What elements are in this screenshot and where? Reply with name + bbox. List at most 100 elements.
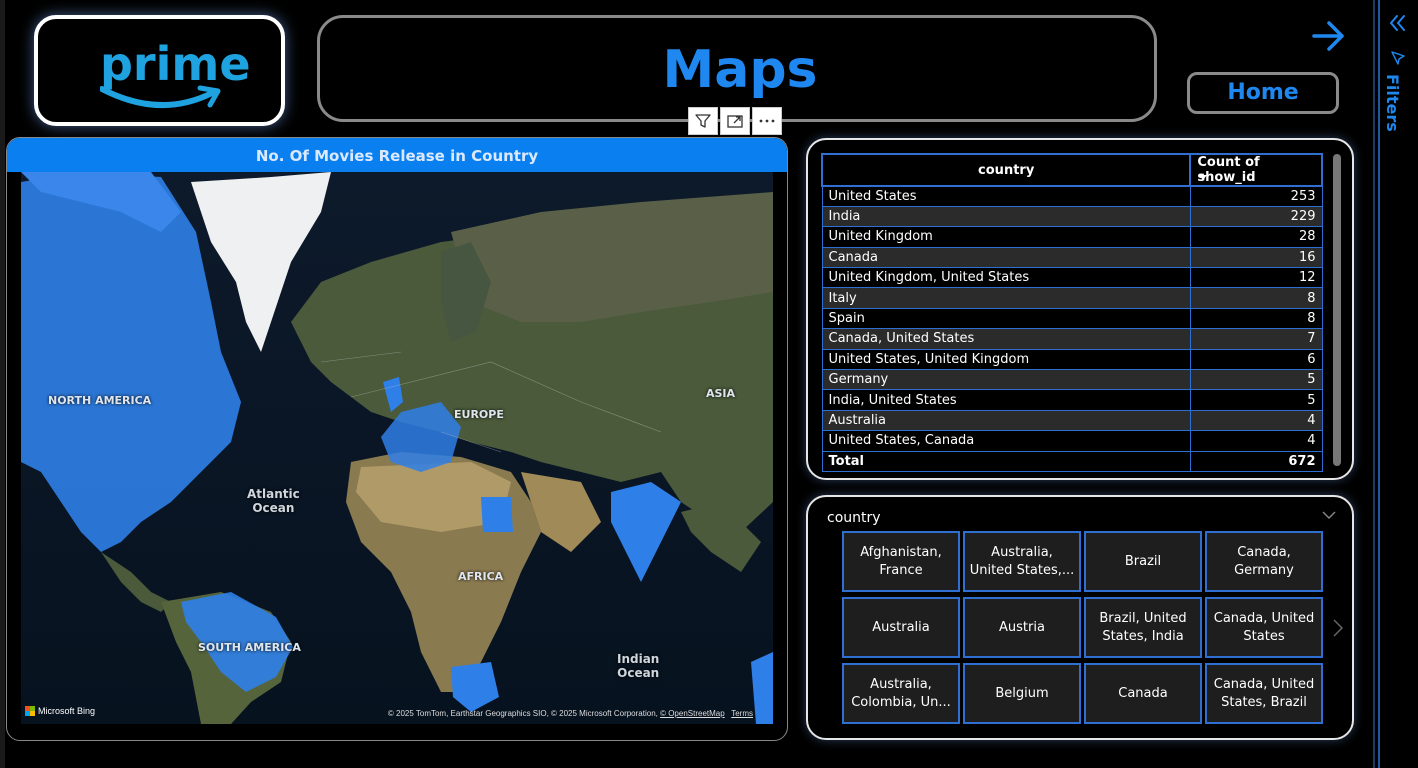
map-label-africa: AFRICA <box>458 570 504 583</box>
table-row[interactable]: India 229 <box>821 205 1323 228</box>
world-map-canvas <box>21 172 773 724</box>
egypt-highlight <box>481 497 513 532</box>
map-header-bar: No. Of Movies Release in Country <box>7 138 787 172</box>
home-button[interactable]: Home <box>1187 72 1339 114</box>
slicer-tile[interactable]: Brazil <box>1084 531 1202 592</box>
slicer-tile[interactable]: Canada <box>1084 663 1202 724</box>
world-map[interactable]: NORTH AMERICA EUROPE ASIA AFRICA SOUTH A… <box>21 172 773 724</box>
table-row[interactable]: Canada 16 <box>821 246 1323 269</box>
cell-count: 5 <box>1189 369 1323 391</box>
filter-funnel-icon <box>1391 51 1405 65</box>
microsoft-bing-logo: Microsoft Bing <box>25 706 95 716</box>
table-row[interactable]: Germany 5 <box>821 369 1323 391</box>
table-row[interactable]: Canada, United States 7 <box>821 328 1323 350</box>
slicer-tile[interactable]: Australia, Colombia, Un... <box>842 663 960 724</box>
ocean-label-atlantic: Atlantic Ocean <box>247 487 300 515</box>
total-value: 672 <box>1189 450 1323 472</box>
terms-link[interactable]: Terms <box>731 709 753 718</box>
filter-icon[interactable] <box>688 107 718 135</box>
cell-country: United States, United Kingdom <box>821 348 1191 371</box>
map-attribution: © 2025 TomTom, Earthstar Geographics SIO… <box>388 709 753 718</box>
country-count-table-card: country Count of show_id United States 25… <box>806 138 1354 480</box>
copyright-text: © 2025 TomTom, Earthstar Geographics SIO… <box>387 709 658 718</box>
table-scroll-thumb[interactable] <box>1333 154 1341 466</box>
slicer-tile[interactable]: Australia, United States,... <box>963 531 1081 592</box>
table-row[interactable]: United States, United Kingdom 6 <box>821 348 1323 371</box>
next-page-arrow-icon[interactable] <box>1308 16 1348 56</box>
ocean-label-indian-line1: Indian <box>617 652 660 666</box>
cell-count: 12 <box>1189 267 1323 289</box>
prime-logo-text: prime <box>100 37 251 91</box>
prime-logo-card: prime <box>34 15 285 126</box>
cell-count: 7 <box>1189 328 1323 350</box>
slicer-tile[interactable]: Brazil, United States, India <box>1084 597 1202 658</box>
cell-country: United Kingdom, United States <box>821 267 1191 289</box>
chevron-right-icon[interactable] <box>1331 617 1345 639</box>
microsoft-logo-icon <box>25 706 35 716</box>
cell-count: 229 <box>1189 205 1323 228</box>
total-label: Total <box>821 450 1191 472</box>
country-count-table: country Count of show_id United States 25… <box>820 153 1323 472</box>
page-title: Maps <box>662 40 818 100</box>
cell-count: 4 <box>1189 430 1323 452</box>
column-header-count-label: Count of show_id <box>1197 155 1260 185</box>
cell-count: 4 <box>1189 409 1323 432</box>
slicer-tile[interactable]: Australia <box>842 597 960 658</box>
report-canvas: prime Maps Home No. Of Movies Release in… <box>0 0 1418 768</box>
map-label-north-america: NORTH AMERICA <box>48 394 152 407</box>
table-header-row: country Count of show_id <box>820 153 1323 187</box>
openstreetmap-link[interactable]: © OpenStreetMap <box>660 709 725 718</box>
slicer-tile[interactable]: Afghanistan, France <box>842 531 960 592</box>
slicer-tile-grid: Afghanistan, France Australia, United St… <box>842 531 1323 724</box>
cell-country: United States <box>821 185 1191 207</box>
table-scrollbar[interactable] <box>1333 154 1341 466</box>
table-total-row: Total 672 <box>821 450 1323 472</box>
table-row[interactable]: Australia 4 <box>821 409 1323 432</box>
cell-country: Spain <box>821 307 1191 330</box>
slicer-tile[interactable]: Belgium <box>963 663 1081 724</box>
cell-country: India <box>821 205 1191 228</box>
chevron-down-icon[interactable] <box>1321 507 1337 523</box>
table-row[interactable]: United States, Canada 4 <box>821 430 1323 452</box>
table-row[interactable]: United Kingdom, United States 12 <box>821 267 1323 289</box>
slicer-tile[interactable]: Canada, Germany <box>1205 531 1323 592</box>
column-header-country[interactable]: country <box>820 153 1192 187</box>
filters-pane: Filters <box>1373 0 1418 768</box>
slicer-tile[interactable]: Canada, United States, Brazil <box>1205 663 1323 724</box>
cell-country: Canada <box>821 246 1191 269</box>
column-header-count[interactable]: Count of show_id <box>1189 153 1323 187</box>
cell-country: Australia <box>821 409 1191 432</box>
cell-country: United Kingdom <box>821 226 1191 248</box>
cell-country: India, United States <box>821 389 1191 411</box>
table-row[interactable]: United Kingdom 28 <box>821 226 1323 248</box>
filters-label[interactable]: Filters <box>1383 74 1402 132</box>
table-row[interactable]: India, United States 5 <box>821 389 1323 411</box>
cell-count: 8 <box>1189 287 1323 309</box>
slicer-tile[interactable]: Canada, United States <box>1205 597 1323 658</box>
cell-count: 6 <box>1189 348 1323 371</box>
map-label-europe: EUROPE <box>454 408 504 421</box>
ocean-label-atlantic-line1: Atlantic <box>247 487 300 501</box>
visual-header-toolbar <box>688 107 782 135</box>
table-row[interactable]: Italy 8 <box>821 287 1323 309</box>
map-visual: No. Of Movies Release in Country NORTH A… <box>6 137 788 741</box>
more-options-icon[interactable] <box>752 107 782 135</box>
map-label-asia: ASIA <box>706 387 736 400</box>
map-label-south-america: SOUTH AMERICA <box>198 641 301 654</box>
sort-descending-icon <box>1199 175 1208 180</box>
page-edge <box>0 0 5 768</box>
slicer-title: country <box>827 510 881 526</box>
cell-count: 5 <box>1189 389 1323 411</box>
cell-count: 253 <box>1189 185 1323 207</box>
bing-label: Microsoft Bing <box>38 706 96 716</box>
focus-mode-icon[interactable] <box>720 107 750 135</box>
double-chevron-left-icon[interactable] <box>1387 12 1409 34</box>
ocean-label-indian: Indian Ocean <box>617 652 659 680</box>
slicer-tile[interactable]: Austria <box>963 597 1081 658</box>
page-title-card: Maps <box>317 15 1157 122</box>
cell-count: 16 <box>1189 246 1323 269</box>
country-slicer: country Afghanistan, France Australia, U… <box>806 495 1354 740</box>
prime-smile-icon <box>100 85 221 109</box>
table-row[interactable]: United States 253 <box>821 185 1323 207</box>
table-row[interactable]: Spain 8 <box>821 307 1323 330</box>
